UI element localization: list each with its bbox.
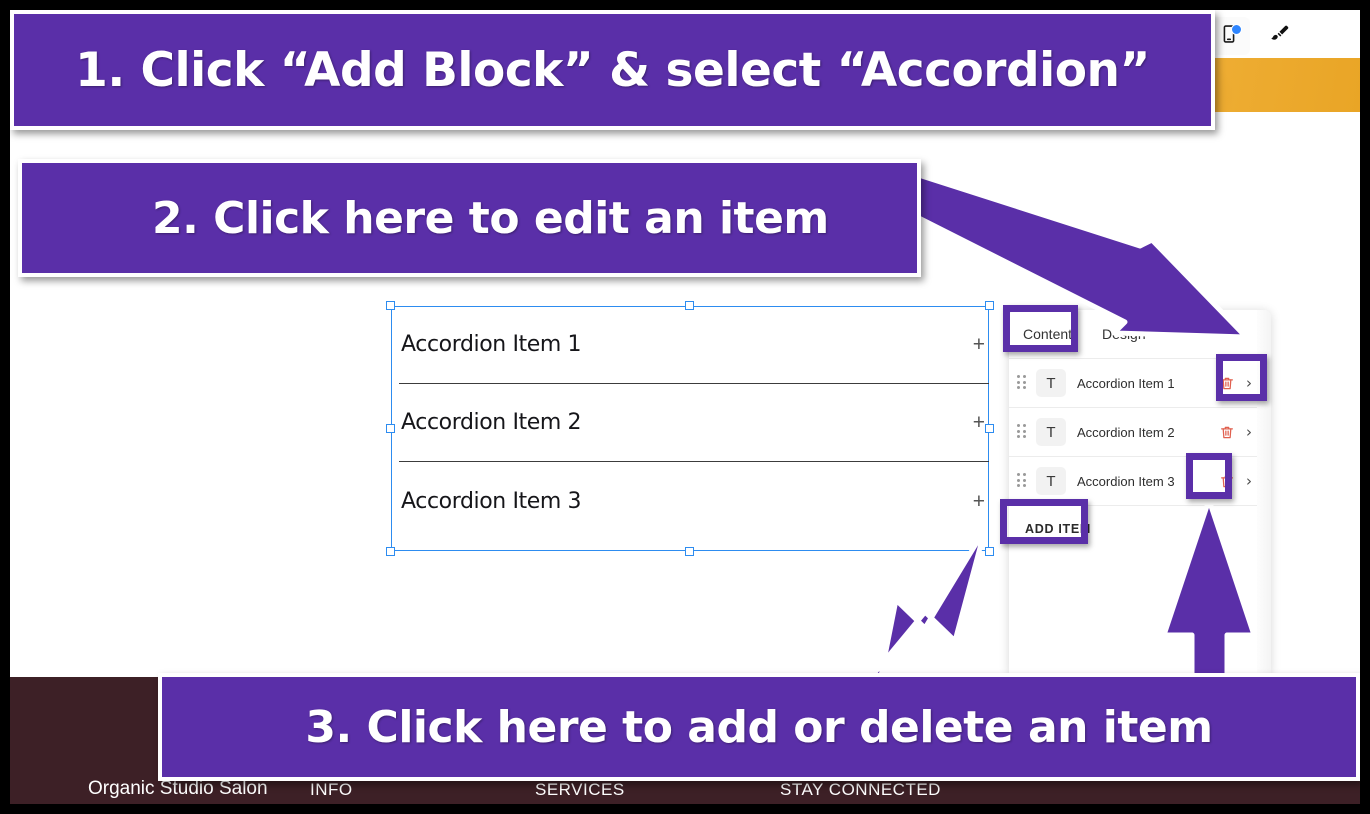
callout-step-1: 1. Click “Add Block” & select “Accordion…	[10, 10, 1215, 130]
drag-handle-icon[interactable]	[1017, 473, 1029, 489]
highlight-delete-icon	[1186, 453, 1232, 499]
resize-handle-middle-left[interactable]	[386, 423, 395, 433]
panel-item-row[interactable]: T Accordion Item 2 ›	[1009, 408, 1271, 457]
panel-item-label: Accordion Item 2	[1077, 424, 1175, 440]
footer-heading-info: INFO	[310, 780, 353, 799]
new-indicator-dot	[1231, 24, 1242, 35]
accordion-row[interactable]: Accordion Item 2 +	[399, 384, 989, 462]
resize-handle-top-right[interactable]	[985, 301, 994, 310]
highlight-item-chevron	[1216, 354, 1267, 401]
paint-brush-icon	[1269, 23, 1291, 50]
accordion-list: Accordion Item 1 + Accordion Item 2 + Ac…	[399, 306, 989, 551]
resize-handle-middle-right[interactable]	[985, 423, 994, 433]
text-type-icon: T	[1036, 369, 1066, 397]
mobile-view-button[interactable]	[1210, 19, 1248, 53]
accordion-row[interactable]: Accordion Item 1 +	[399, 306, 989, 384]
text-type-icon: T	[1036, 418, 1066, 446]
panel-item-label: Accordion Item 1	[1077, 375, 1175, 391]
accordion-item-title: Accordion Item 1	[401, 332, 582, 357]
delete-item-icon[interactable]	[1217, 422, 1237, 442]
text-type-icon: T	[1036, 467, 1066, 495]
site-style-button[interactable]	[1260, 19, 1300, 53]
callout-step-3: 3. Click here to add or delete an item	[158, 673, 1360, 781]
accordion-row[interactable]: Accordion Item 3 +	[399, 462, 989, 540]
callout-step-2: 2. Click here to edit an item	[18, 159, 921, 277]
accordion-item-title: Accordion Item 2	[401, 410, 582, 435]
resize-handle-bottom-right[interactable]	[985, 547, 994, 556]
footer-heading-social: STAY CONNECTED	[780, 780, 941, 799]
highlight-add-item-button	[1000, 499, 1088, 544]
drag-handle-icon[interactable]	[1017, 375, 1029, 391]
accordion-block[interactable]: Accordion Item 1 + Accordion Item 2 + Ac…	[386, 301, 994, 556]
footer-heading-services: SERVICES	[535, 780, 625, 799]
accordion-expand-plus-icon[interactable]: +	[973, 334, 987, 355]
highlight-content-tab	[1003, 305, 1078, 352]
resize-handle-top-left[interactable]	[386, 301, 395, 310]
accordion-expand-plus-icon[interactable]: +	[973, 491, 987, 512]
drag-handle-icon[interactable]	[1017, 424, 1029, 440]
resize-handle-bottom-center[interactable]	[685, 547, 694, 556]
tab-design[interactable]: Design	[1102, 326, 1146, 342]
accordion-item-title: Accordion Item 3	[401, 488, 582, 514]
screenshot-root: Accordion Item 1 + Accordion Item 2 + Ac…	[0, 0, 1370, 814]
resize-handle-top-center[interactable]	[685, 301, 694, 310]
resize-handle-bottom-left[interactable]	[386, 547, 395, 556]
footer-columns: Organic Studio Salon INFO SERVICES STAY …	[10, 778, 1360, 800]
footer-brand: Organic Studio Salon	[88, 778, 268, 799]
